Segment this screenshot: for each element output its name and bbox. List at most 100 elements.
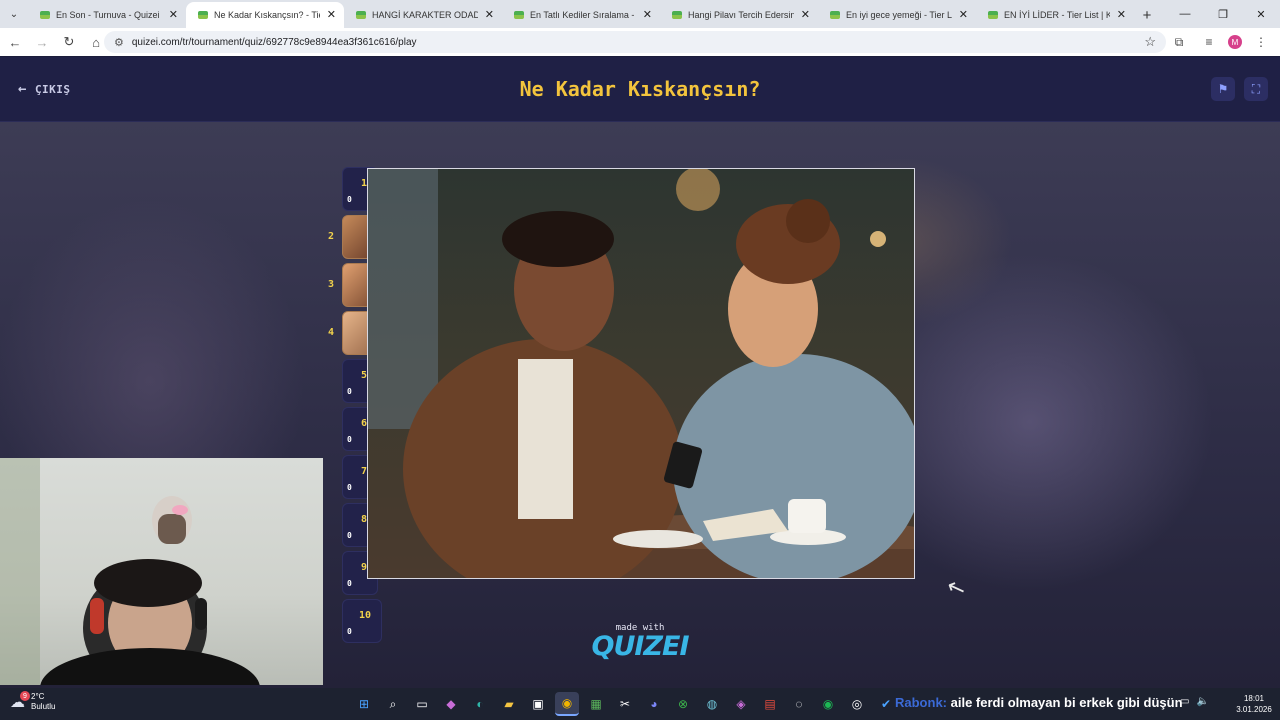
tab-favicon-icon — [830, 11, 840, 19]
webcam-overlay — [0, 458, 323, 685]
browser-tab[interactable]: En Son - Turnuva - Quizei ✕ — [28, 2, 186, 28]
start-icon[interactable]: ⊞ — [352, 692, 376, 716]
network-icon[interactable]: ▭ — [1180, 696, 1189, 707]
tab-title: EN İYİ LİDER - Tier List | Kör Sır — [1004, 10, 1110, 20]
fullscreen-icon: ⛶ — [1251, 81, 1261, 96]
tab-close-icon[interactable]: ✕ — [485, 8, 494, 21]
slot-score: 0 — [347, 435, 352, 444]
toolbar-actions: ⧉ ≡ M ⋮ — [1168, 30, 1272, 54]
slot-score: 0 — [347, 579, 352, 588]
tab-close-icon[interactable]: ✕ — [169, 8, 178, 21]
reload-icon[interactable]: ↻ — [57, 30, 81, 54]
capcut-icon[interactable]: ✂ — [613, 692, 637, 716]
weather-text: 2°C Bulutlu — [31, 692, 55, 712]
extensions-icon[interactable]: ⧉ — [1168, 30, 1190, 54]
chat-username: Rabonk: — [895, 695, 947, 710]
stream-chat-overlay: Rabonk: aile ferdi olmayan bi erkek gibi… — [895, 695, 1183, 710]
tab-title: HANGİ KARAKTER ODADAN SA — [372, 10, 478, 20]
weather-widget[interactable]: ☁ 9 2°C Bulutlu — [10, 691, 55, 712]
slot-box[interactable]: 10 0 — [342, 599, 382, 643]
address-bar[interactable]: ⚙ quizei.com/tr/tournament/quiz/692778c9… — [104, 31, 1166, 53]
browser-tab[interactable]: En iyi gece yemeği - Tier List | K ✕ — [818, 2, 976, 28]
close-window-icon[interactable]: ✕ — [1242, 0, 1280, 28]
notification-badge: 9 — [20, 691, 30, 701]
browser-nav-bar: ← → ↻ ⌂ ⚙ quizei.com/tr/tournament/quiz/… — [0, 28, 1280, 56]
tab-favicon-icon — [356, 11, 366, 19]
discord-icon[interactable]: ◕ — [642, 692, 666, 716]
tab-close-icon[interactable]: ✕ — [1117, 8, 1126, 21]
slot-number: 10 — [359, 610, 372, 621]
tab-close-icon[interactable]: ✕ — [643, 8, 652, 21]
minecraft-icon[interactable]: ▦ — [584, 692, 608, 716]
made-with-badge[interactable]: made with QUIZEI — [586, 623, 694, 661]
restore-icon[interactable]: ❐ — [1204, 0, 1242, 28]
tab-title: En Son - Turnuva - Quizei — [56, 10, 160, 20]
store-icon[interactable]: ▣ — [526, 692, 550, 716]
browser-tab[interactable]: Hangi Pilavı Tercih Edersin? - Ti ✕ — [660, 2, 818, 28]
globe-icon[interactable]: ◍ — [700, 692, 724, 716]
window-controls: — ❐ ✕ — [1166, 0, 1280, 28]
tab-search-icon[interactable]: ⌄ — [0, 0, 28, 28]
tab-favicon-icon — [988, 11, 998, 19]
quiz-header: ← ÇIKIŞ Ne Kadar Kıskançsın? ⚑ ⛶ — [0, 57, 1280, 122]
task-view-icon[interactable]: ▭ — [410, 692, 434, 716]
browser-tab-active[interactable]: Ne Kadar Kıskançsın? - Tier List ✕ — [186, 2, 344, 28]
rank-slot[interactable]: 10 0 — [326, 599, 386, 643]
spotify-icon[interactable]: ◉ — [816, 692, 840, 716]
chrome-icon[interactable]: ◉ — [555, 692, 579, 716]
new-tab-icon[interactable]: + — [1134, 2, 1160, 28]
browser-tab-bar: ⌄ En Son - Turnuva - Quizei ✕ Ne Kadar K… — [0, 0, 1280, 28]
slot-score: 0 — [347, 387, 352, 396]
steam-icon[interactable]: ◌ — [787, 692, 811, 716]
media-icon[interactable]: ≡ — [1198, 30, 1220, 54]
office-icon[interactable]: ◈ — [729, 692, 753, 716]
slot-number: 3 — [327, 279, 335, 290]
quizei-logo: QUIZEI — [591, 631, 690, 662]
report-flag-button[interactable]: ⚑ — [1211, 77, 1235, 101]
search-icon[interactable]: ⌕ — [381, 692, 405, 716]
file-explorer-icon[interactable]: ▰ — [497, 692, 521, 716]
slot-number: 2 — [327, 231, 335, 242]
slot-number: 4 — [327, 327, 335, 338]
url-text: quizei.com/tr/tournament/quiz/692778c9e8… — [131, 36, 417, 48]
slot-score: 0 — [347, 483, 352, 492]
tab-close-icon[interactable]: ✕ — [327, 8, 336, 21]
weather-desc: Bulutlu — [31, 702, 56, 711]
voicemeeter-icon[interactable]: ▤ — [758, 692, 782, 716]
tab-title: Ne Kadar Kıskançsın? - Tier List — [214, 10, 320, 20]
system-clock[interactable]: 18:01 3.01.2026 — [1236, 693, 1272, 715]
bookmark-star-icon[interactable]: ☆ — [1144, 34, 1156, 50]
browser-tab[interactable]: EN İYİ LİDER - Tier List | Kör Sır ✕ — [976, 2, 1134, 28]
tab-close-icon[interactable]: ✕ — [959, 8, 968, 21]
windows-taskbar: ☁ 9 2°C Bulutlu ⊞ ⌕ ▭ ◆ ◐ ▰ ▣ ◉ ▦ ✂ ◕ ⊗ … — [0, 688, 1280, 720]
back-icon[interactable]: ← — [3, 30, 27, 54]
tab-favicon-icon — [40, 11, 50, 19]
couple-cafe-illustration — [368, 169, 914, 578]
site-info-icon[interactable]: ⚙ — [114, 36, 124, 49]
tab-close-icon[interactable]: ✕ — [801, 8, 810, 21]
profile-avatar[interactable]: M — [1228, 35, 1242, 49]
slot-score: 0 — [347, 531, 352, 540]
forward-icon[interactable]: → — [30, 30, 54, 54]
chat-message: aile ferdi olmayan bi erkek gibi düşün — [950, 695, 1183, 710]
xbox-icon[interactable]: ⊗ — [671, 692, 695, 716]
browser-tab[interactable]: En Tatlı Kediler Sıralama - Tier l ✕ — [502, 2, 660, 28]
taskbar-apps: ⊞ ⌕ ▭ ◆ ◐ ▰ ▣ ◉ ▦ ✂ ◕ ⊗ ◍ ◈ ▤ ◌ ◉ ◎ ✔ — [352, 692, 898, 716]
menu-icon[interactable]: ⋮ — [1250, 30, 1272, 54]
fullscreen-button[interactable]: ⛶ — [1244, 77, 1268, 101]
page-title: Ne Kadar Kıskançsın? — [519, 77, 761, 101]
webcam-feed-illustration — [0, 458, 260, 685]
minimize-icon[interactable]: — — [1166, 0, 1204, 28]
tab-title: En Tatlı Kediler Sıralama - Tier l — [530, 10, 636, 20]
slot-score: 0 — [347, 195, 352, 204]
clock-date: 3.01.2026 — [1236, 705, 1272, 714]
edge-icon[interactable]: ◐ — [468, 692, 492, 716]
tab-title: En iyi gece yemeği - Tier List | K — [846, 10, 952, 20]
browser-tab[interactable]: HANGİ KARAKTER ODADAN SA ✕ — [344, 2, 502, 28]
clock-time: 18:01 — [1243, 694, 1265, 703]
copilot-icon[interactable]: ◆ — [439, 692, 463, 716]
obs-icon[interactable]: ◎ — [845, 692, 869, 716]
quiz-option-image[interactable] — [367, 168, 915, 579]
volume-icon[interactable]: 🔈 — [1196, 696, 1208, 707]
slot-score: 0 — [347, 627, 352, 636]
